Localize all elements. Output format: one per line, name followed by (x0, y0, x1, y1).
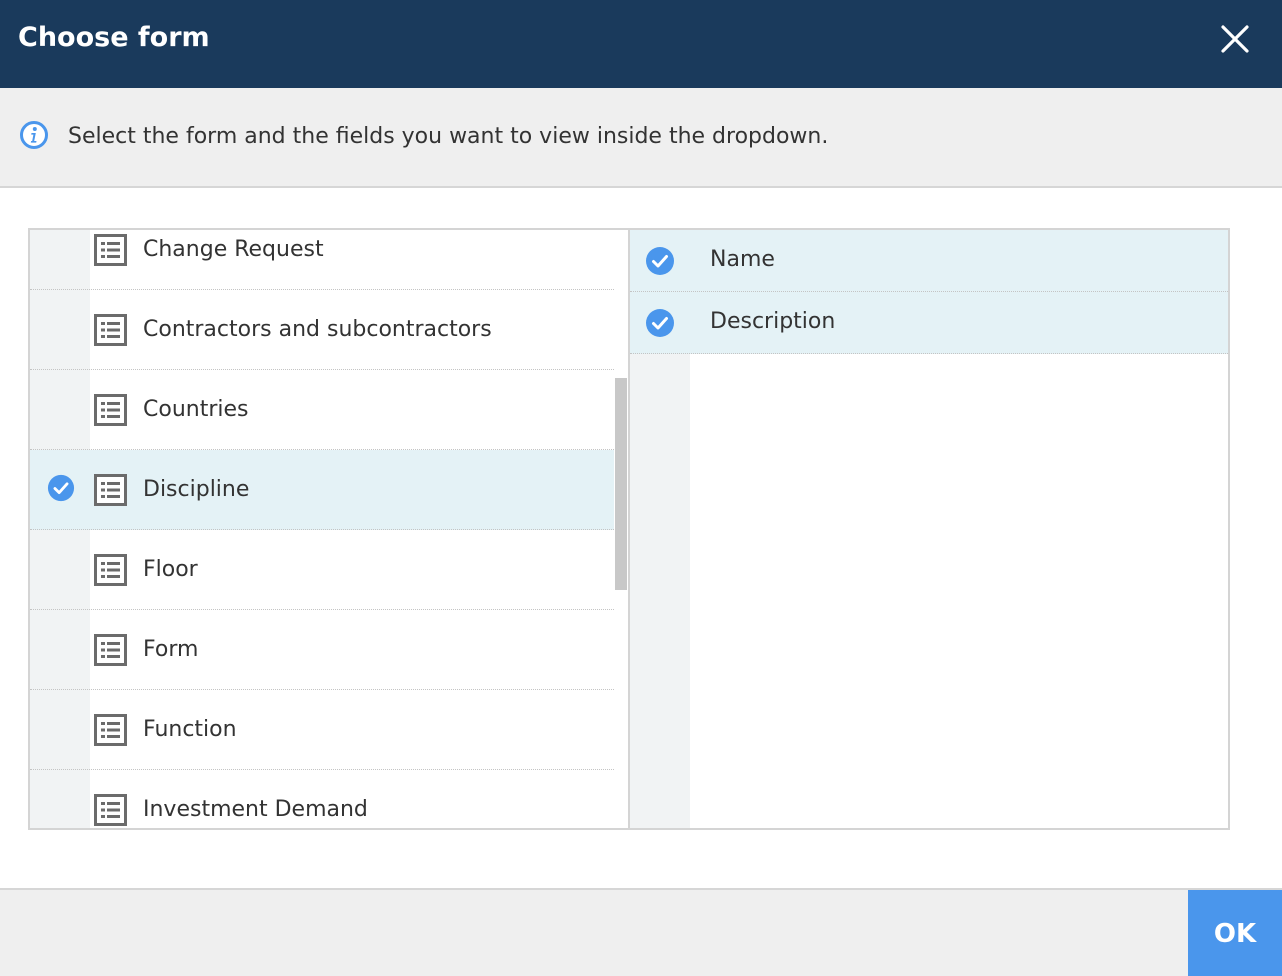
row-rail (30, 690, 90, 769)
info-text: Select the form and the fields you want … (68, 124, 829, 149)
form-list-item[interactable]: Form (30, 610, 614, 690)
row-rail (30, 530, 90, 609)
form-item-label: Floor (143, 557, 198, 582)
field-list: Name Description (630, 230, 1228, 354)
form-item-label: Discipline (143, 477, 250, 502)
ok-button[interactable]: OK (1188, 890, 1282, 976)
form-list-icon (94, 714, 127, 746)
row-rail (30, 370, 90, 449)
info-icon (20, 121, 48, 149)
form-list-icon (94, 554, 127, 586)
form-list-panel[interactable]: Change Request Contractors and subcontra… (30, 230, 630, 828)
field-item-label: Description (710, 309, 836, 334)
field-list-panel: Name Description (630, 230, 1228, 828)
check-circle-icon (47, 474, 75, 502)
row-rail (30, 290, 90, 369)
form-list-item[interactable]: Discipline (30, 450, 614, 530)
field-list-item[interactable]: Description (630, 292, 1228, 354)
form-list-icon (94, 474, 127, 506)
form-list-icon (94, 794, 127, 826)
form-item-label: Investment Demand (143, 797, 368, 822)
row-rail (30, 610, 90, 689)
row-rail (30, 770, 90, 828)
check-circle-icon (646, 247, 674, 275)
form-list-item[interactable]: Contractors and subcontractors (30, 290, 614, 370)
selection-panels: Change Request Contractors and subcontra… (28, 228, 1230, 830)
form-list-scrollbar[interactable] (614, 230, 628, 828)
row-rail (30, 230, 90, 289)
info-bar: Select the form and the fields you want … (0, 88, 1282, 188)
form-list-icon (94, 394, 127, 426)
dialog-title: Choose form (18, 22, 210, 53)
dialog-footer: OK (0, 888, 1282, 976)
form-item-label: Form (143, 637, 199, 662)
form-list-item[interactable]: Function (30, 690, 614, 770)
form-list-icon (94, 314, 127, 346)
form-item-label: Contractors and subcontractors (143, 317, 492, 342)
form-list-item[interactable]: Change Request (30, 230, 614, 290)
form-item-label: Change Request (143, 237, 324, 262)
form-list-icon (94, 234, 127, 266)
dialog-header: Choose form (0, 0, 1282, 88)
form-item-label: Countries (143, 397, 249, 422)
field-item-label: Name (710, 247, 775, 272)
choose-form-dialog: Choose form Select the form and the fiel… (0, 0, 1282, 976)
close-icon (1221, 25, 1249, 53)
scrollbar-thumb[interactable] (615, 378, 627, 590)
form-item-label: Function (143, 717, 237, 742)
form-list: Change Request Contractors and subcontra… (30, 230, 614, 828)
check-circle-icon (646, 309, 674, 337)
form-list-item[interactable]: Floor (30, 530, 614, 610)
form-list-icon (94, 634, 127, 666)
form-list-item[interactable]: Countries (30, 370, 614, 450)
field-list-item[interactable]: Name (630, 230, 1228, 292)
close-button[interactable] (1218, 22, 1252, 56)
form-list-item[interactable]: Investment Demand (30, 770, 614, 828)
